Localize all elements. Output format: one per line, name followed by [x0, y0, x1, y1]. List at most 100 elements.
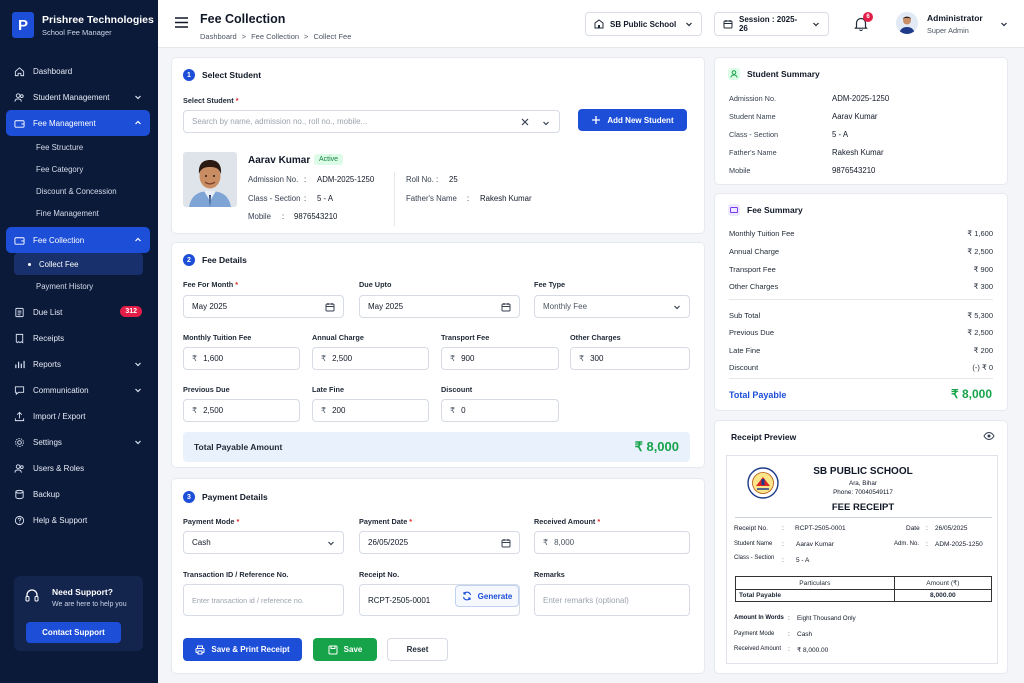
due-upto-input[interactable]: May 2025 [359, 295, 520, 318]
received-label: Received Amount [734, 646, 782, 652]
support-box: Need Support? We are here to help you Co… [14, 576, 143, 651]
reset-button[interactable]: Reset [387, 638, 448, 661]
sidebar-item-reports[interactable]: Reports [6, 351, 150, 377]
sidebar-subitem-fee-category[interactable]: Fee Category [6, 158, 150, 180]
chevron-down-icon [135, 388, 141, 393]
row-label: Late Fine [729, 346, 761, 355]
breadcrumb-separator: > [241, 32, 247, 41]
previous-due-input[interactable]: ₹2,500 [183, 399, 300, 422]
eye-icon[interactable] [983, 431, 995, 441]
annual-charge-input[interactable]: ₹2,500 [312, 347, 429, 370]
sidebar-subitem-collect-fee[interactable]: Collect Fee [14, 253, 143, 275]
app-subtitle: School Fee Manager [42, 27, 112, 37]
sidebar-item-import-export[interactable]: Import / Export [6, 403, 150, 429]
summary-label: Student Name [729, 112, 776, 121]
save-button[interactable]: Save [313, 638, 377, 661]
sidebar-item-label: Import / Export [33, 411, 86, 421]
sidebar-subitem-fee-structure[interactable]: Fee Structure [6, 136, 150, 158]
student-photo [183, 152, 237, 207]
card-title: Fee Summary [747, 205, 803, 215]
summary-label: Mobile [729, 166, 751, 175]
row-value: ₹ 200 [973, 346, 993, 355]
sidebar-item-receipts[interactable]: Receipts [6, 325, 150, 351]
add-new-student-button[interactable]: Add New Student [578, 109, 687, 131]
breadcrumb-dashboard[interactable]: Dashboard [200, 32, 237, 41]
button-label: Add New Student [607, 115, 674, 125]
received-amount-input[interactable]: ₹8,000 [534, 531, 690, 554]
save-print-receipt-button[interactable]: Save & Print Receipt [183, 638, 302, 661]
mobile-value: 9876543210 [294, 212, 338, 221]
sidebar-subitem-label: Collect Fee [39, 259, 79, 269]
headset-icon [25, 589, 39, 602]
separator: : [788, 615, 790, 622]
receipt-no-value: RCPT-2505-0001 [795, 525, 846, 532]
fee-month-input[interactable]: May 2025 [183, 295, 344, 318]
chevron-down-icon[interactable] [1000, 20, 1008, 28]
breadcrumb-fee-collection[interactable]: Fee Collection [251, 32, 299, 41]
chevron-down-icon [135, 362, 141, 367]
sidebar-subitem-fine-management[interactable]: Fine Management [6, 202, 150, 224]
wallet-icon [14, 119, 25, 128]
transaction-id-input[interactable]: Enter transaction id / reference no. [183, 584, 344, 616]
sidebar-item-due-list[interactable]: Due List 312 [6, 299, 150, 325]
chevron-down-icon[interactable] [542, 119, 550, 127]
clear-icon[interactable] [521, 118, 529, 126]
field-value: 1,600 [203, 354, 224, 363]
field-label: Receipt No. [359, 570, 400, 579]
sidebar-item-communication[interactable]: Communication [6, 377, 150, 403]
contact-support-button[interactable]: Contact Support [26, 622, 121, 643]
student-search-input[interactable]: Search by name, admission no., roll no.,… [183, 110, 560, 133]
sidebar-item-fee-collection[interactable]: Fee Collection [6, 227, 150, 253]
chevron-down-icon [135, 440, 141, 445]
sidebar-subitem-payment-history[interactable]: Payment History [6, 275, 150, 297]
sidebar-item-settings[interactable]: Settings [6, 429, 150, 455]
sidebar-item-label: Fee Management [33, 118, 96, 128]
sidebar-item-users-roles[interactable]: Users & Roles [6, 455, 150, 481]
roll-label: Roll No. [406, 175, 434, 184]
generate-button[interactable]: Generate [455, 585, 519, 607]
field-value: 2,500 [203, 406, 224, 415]
search-placeholder: Search by name, admission no., roll no.,… [192, 117, 368, 126]
row-value: (-) ₹ 0 [972, 363, 993, 372]
due-count-badge: 312 [120, 306, 142, 317]
transport-fee-input[interactable]: ₹900 [441, 347, 559, 370]
summary-label: Class - Section [729, 130, 779, 139]
class-value: 5 - A [317, 194, 334, 203]
tuition-fee-input[interactable]: ₹1,600 [183, 347, 300, 370]
discount-input[interactable]: ₹0 [441, 399, 559, 422]
payment-mode-value: Cash [192, 538, 211, 547]
sidebar-subitem-discount[interactable]: Discount & Concession [6, 180, 150, 202]
sidebar-item-student-management[interactable]: Student Management [6, 84, 150, 110]
fee-type-select[interactable]: Monthly Fee [534, 295, 690, 318]
receipt-no-label: Receipt No. [734, 525, 768, 532]
button-label: Generate [477, 591, 513, 601]
sidebar-nav: Dashboard Student Management Fee Managem… [6, 58, 150, 533]
late-fine-input[interactable]: ₹200 [312, 399, 429, 422]
menu-icon[interactable] [175, 17, 188, 28]
sidebar-item-dashboard[interactable]: Dashboard [6, 58, 150, 84]
currency-symbol: ₹ [321, 406, 327, 415]
wallet-icon [730, 207, 738, 213]
chat-icon [14, 385, 25, 395]
notification-badge: 6 [863, 12, 873, 22]
sidebar-item-label: Due List [33, 307, 63, 317]
sidebar-item-label: Users & Roles [33, 463, 85, 473]
sidebar-item-backup[interactable]: Backup [6, 481, 150, 507]
total-payable-label: Total Payable Amount [194, 442, 283, 452]
summary-value: 9876543210 [832, 166, 876, 175]
total-payable-amount: ₹ 8,000 [634, 439, 679, 454]
payment-date-input[interactable]: 26/05/2025 [359, 531, 520, 554]
separator: : [304, 194, 307, 203]
sidebar-item-help[interactable]: Help & Support [6, 507, 150, 533]
remarks-input[interactable]: Enter remarks (optional) [534, 584, 690, 616]
payment-mode-select[interactable]: Cash [183, 531, 344, 554]
currency-symbol: ₹ [192, 406, 198, 415]
avatar[interactable] [896, 12, 918, 34]
student-value: Aarav Kumar [796, 541, 834, 548]
school-select[interactable]: SB Public School [585, 12, 702, 36]
sidebar-item-label: Backup [33, 489, 60, 499]
sidebar-item-fee-management[interactable]: Fee Management [6, 110, 150, 136]
other-charges-input[interactable]: ₹300 [570, 347, 690, 370]
session-select[interactable]: Session : 2025-26 [714, 12, 829, 36]
field-label: Monthly Tuition Fee [183, 333, 252, 342]
